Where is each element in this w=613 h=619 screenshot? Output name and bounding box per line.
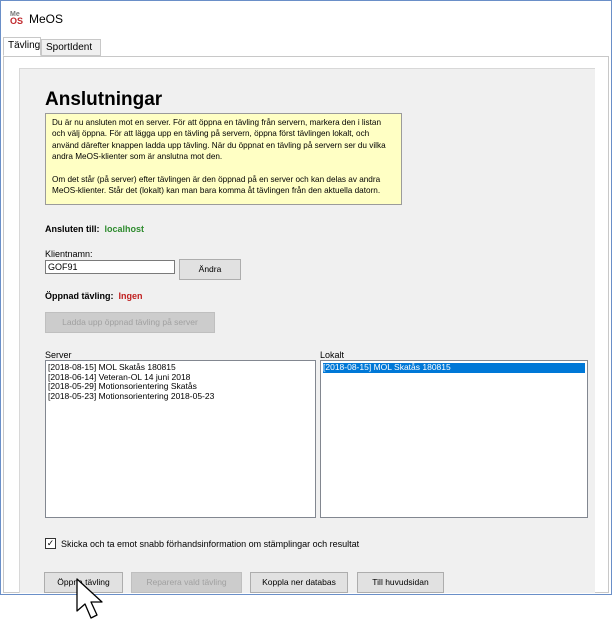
client-name-label: Klientnamn: — [45, 249, 93, 259]
connections-page: Anslutningar Du är nu ansluten mot en se… — [19, 68, 595, 593]
disconnect-database-button[interactable]: Koppla ner databas — [250, 572, 348, 593]
quick-info-label: Skicka och ta emot snabb förhandsinforma… — [61, 539, 360, 549]
list-item[interactable]: [2018-05-23] Motionsorientering 2018-05-… — [48, 391, 313, 402]
title-bar: Me OS MeOS — [1, 1, 611, 34]
tab-tavling[interactable]: Tävling — [3, 37, 41, 56]
list-item-selected[interactable]: [2018-08-15] MOL Skatås 180815 — [323, 362, 585, 373]
info-box: Du är nu ansluten mot en server. För att… — [45, 113, 402, 205]
page-title: Anslutningar — [45, 89, 163, 110]
info-text-1: Du är nu ansluten mot en server. För att… — [52, 118, 386, 162]
main-page-button[interactable]: Till huvudsidan — [357, 572, 444, 593]
tab-sportident[interactable]: SportIdent — [41, 39, 101, 56]
connection-status: Ansluten till: localhost — [45, 224, 144, 234]
window-title: MeOS — [29, 12, 64, 26]
local-competitions-list[interactable]: [2018-08-15] MOL Skatås 180815 — [320, 360, 588, 518]
connected-label: Ansluten till: — [45, 224, 100, 234]
meos-logo-icon: Me OS — [10, 11, 24, 26]
connected-value: localhost — [104, 224, 145, 234]
client-name-field[interactable]: GOF91 — [45, 260, 175, 274]
opened-label: Öppnad tävling: — [45, 291, 114, 301]
upload-competition-button[interactable]: Ladda upp öppnad tävling på server — [45, 312, 215, 333]
server-competitions-list[interactable]: [2018-08-15] MOL Skatås 180815 [2018-06-… — [45, 360, 316, 518]
quick-info-checkbox[interactable]: ✓ — [45, 538, 56, 549]
server-list-label: Server — [45, 350, 72, 360]
repair-competition-button[interactable]: Reparera vald tävling — [131, 572, 242, 593]
local-list-label: Lokalt — [320, 350, 345, 360]
opened-value: Ingen — [118, 291, 143, 301]
change-name-button[interactable]: Ändra — [179, 259, 241, 280]
opened-competition-status: Öppnad tävling: Ingen — [45, 291, 143, 301]
mouse-pointer-icon — [76, 578, 103, 619]
info-text-2: Om det står (på server) efter tävlingen … — [52, 174, 381, 196]
